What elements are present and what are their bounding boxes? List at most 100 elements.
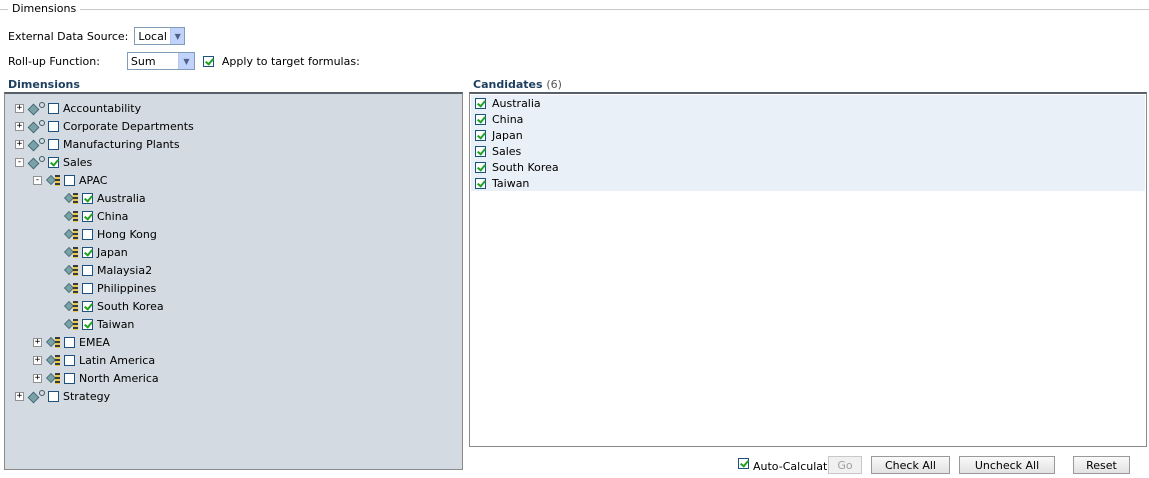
tree-item[interactable]: South Korea	[51, 298, 164, 314]
tree-item-checkbox[interactable]	[64, 174, 75, 186]
tree-item-checkbox[interactable]	[48, 156, 59, 168]
auto-calculate-label: Auto-Calculate	[753, 460, 835, 473]
tree-item-label: China	[97, 209, 129, 223]
apply-target-checkbox[interactable]	[202, 55, 214, 67]
go-button[interactable]: Go	[828, 456, 862, 474]
candidates-count: (6)	[546, 78, 562, 91]
tree-item-checkbox[interactable]	[64, 372, 75, 384]
candidate-checkbox[interactable]	[475, 145, 486, 157]
tree-item[interactable]: Hong Kong	[51, 226, 157, 242]
candidate-item[interactable]: China	[471, 111, 1145, 127]
tree-item[interactable]: Philippines	[51, 280, 156, 296]
rollup-row: Roll-up Function: Sum ▼ Apply to target …	[8, 52, 360, 70]
tree-item-checkbox[interactable]	[82, 300, 93, 312]
tree-item[interactable]: Japan	[51, 244, 128, 260]
tree-item[interactable]: China	[51, 208, 128, 224]
tree-item[interactable]: + EMEA	[33, 334, 110, 350]
tree-item[interactable]: + Accountability	[15, 100, 141, 116]
collapse-icon[interactable]: -	[15, 157, 24, 167]
tree-item-checkbox[interactable]	[82, 228, 93, 240]
tree-item-checkbox[interactable]	[82, 246, 93, 258]
candidate-item[interactable]: South Korea	[471, 159, 1145, 175]
tree-item[interactable]: Malaysia2	[51, 262, 152, 278]
tree-item-label: North America	[79, 371, 159, 385]
candidates-title-text: Candidates	[473, 78, 543, 91]
candidate-checkbox[interactable]	[475, 97, 486, 109]
tree-item[interactable]: + Latin America	[33, 352, 155, 368]
rollup-value: Sum	[130, 54, 156, 68]
tree-item[interactable]: + Strategy	[15, 388, 110, 404]
expand-icon[interactable]: +	[33, 373, 42, 383]
tree-item-checkbox[interactable]	[82, 210, 93, 222]
candidate-label: Australia	[492, 96, 541, 110]
dimension-icon	[27, 101, 45, 116]
expand-icon[interactable]: +	[15, 121, 24, 131]
auto-calculate-checkbox[interactable]	[738, 458, 749, 469]
tree-item[interactable]: + North America	[33, 370, 159, 386]
member-icon	[63, 227, 79, 241]
tree-item-label: Taiwan	[97, 317, 135, 331]
dimension-tree[interactable]: + Accountability + Corporate Departments + Ma…	[4, 92, 463, 470]
member-icon	[63, 209, 79, 223]
member-icon	[63, 263, 79, 277]
candidate-label: Sales	[492, 144, 522, 158]
tree-item-checkbox[interactable]	[64, 336, 75, 348]
member-icon	[45, 371, 61, 385]
tree-item-label: Accountability	[63, 101, 142, 115]
chevron-down-icon: ▼	[177, 53, 194, 69]
tree-item[interactable]: + Manufacturing Plants	[15, 136, 180, 152]
external-source-select[interactable]: Local ▼	[134, 27, 186, 45]
dimension-icon	[27, 155, 45, 170]
tree-item-label: EMEA	[79, 335, 110, 349]
tree-item-checkbox[interactable]	[48, 390, 59, 402]
tree-item-label: APAC	[79, 173, 108, 187]
check-all-button[interactable]: Check All	[871, 456, 950, 474]
candidate-checkbox[interactable]	[475, 161, 486, 173]
expand-icon[interactable]: +	[33, 337, 42, 347]
expand-icon[interactable]: +	[15, 103, 24, 113]
tree-item-checkbox[interactable]	[64, 354, 75, 366]
tree-item-checkbox[interactable]	[82, 282, 93, 294]
candidate-checkbox[interactable]	[475, 113, 486, 125]
candidate-checkbox[interactable]	[475, 177, 486, 189]
tree-item-checkbox[interactable]	[48, 120, 59, 132]
tree-item-label: Manufacturing Plants	[63, 137, 180, 151]
tree-item-label: Latin America	[79, 353, 156, 367]
tree-item[interactable]: Australia	[51, 190, 146, 206]
tree-item-checkbox[interactable]	[48, 138, 59, 150]
tree-item-checkbox[interactable]	[82, 192, 93, 204]
candidates-title: Candidates (6)	[473, 78, 562, 91]
uncheck-all-button[interactable]: Uncheck All	[959, 456, 1055, 474]
candidate-checkbox[interactable]	[475, 129, 486, 141]
reset-button[interactable]: Reset	[1073, 456, 1130, 474]
collapse-icon[interactable]: -	[33, 175, 42, 185]
tree-item[interactable]: + Corporate Departments	[15, 118, 194, 134]
fieldset-legend: Dimensions	[8, 2, 81, 15]
tree-item-checkbox[interactable]	[82, 318, 93, 330]
tree-item[interactable]: - APAC	[33, 172, 107, 188]
member-icon	[63, 299, 79, 313]
tree-item[interactable]: - Sales	[15, 154, 92, 170]
member-icon	[63, 191, 79, 205]
tree-item-label: Hong Kong	[97, 227, 157, 241]
tree-item-label: Strategy	[63, 389, 111, 403]
tree-item-label: Corporate Departments	[63, 119, 194, 133]
expand-icon[interactable]: +	[33, 355, 42, 365]
external-source-label: External Data Source:	[8, 29, 129, 43]
member-icon	[63, 245, 79, 259]
candidates-list[interactable]: Australia China Japan Sales South Korea Taiwa…	[469, 92, 1147, 447]
tree-item-checkbox[interactable]	[48, 102, 59, 114]
rollup-select[interactable]: Sum ▼	[126, 52, 195, 70]
candidate-label: Taiwan	[492, 176, 530, 190]
candidate-label: South Korea	[492, 160, 559, 174]
tree-item[interactable]: Taiwan	[51, 316, 134, 332]
candidate-label: Japan	[492, 128, 523, 142]
candidate-item[interactable]: Australia	[471, 95, 1145, 111]
expand-icon[interactable]: +	[15, 391, 24, 401]
candidate-item[interactable]: Sales	[471, 143, 1145, 159]
tree-item-checkbox[interactable]	[82, 264, 93, 276]
candidate-item[interactable]: Japan	[471, 127, 1145, 143]
expand-icon[interactable]: +	[15, 139, 24, 149]
candidate-item[interactable]: Taiwan	[471, 175, 1145, 191]
member-icon	[45, 353, 61, 367]
